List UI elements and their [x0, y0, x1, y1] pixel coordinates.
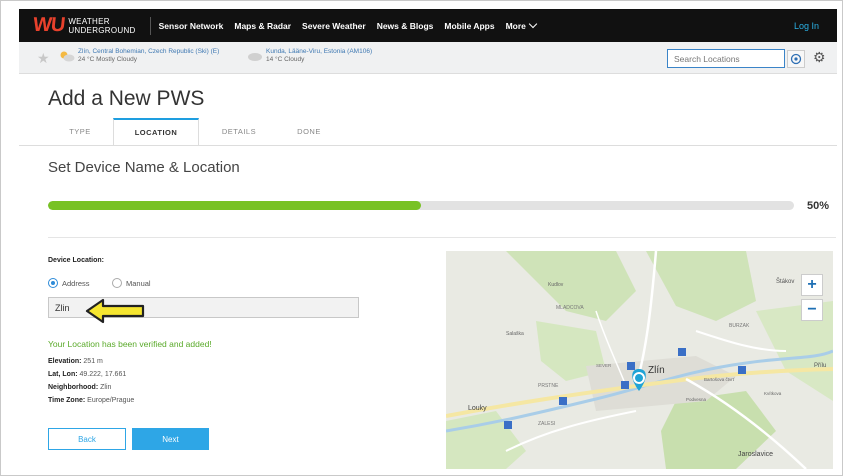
- sun-cloud-icon: [60, 51, 75, 62]
- nav-link-mobile-apps[interactable]: Mobile Apps: [444, 21, 494, 31]
- latlon-label: Lat, Lon:: [48, 371, 78, 378]
- gear-icon[interactable]: ⚙: [813, 49, 826, 66]
- map-label-prstne: PRSTNE: [538, 383, 559, 389]
- radio-manual-label: Manual: [126, 278, 151, 288]
- map-label-zlin: Zlín: [648, 365, 665, 376]
- route-shield-icon: [627, 362, 635, 370]
- route-shield-icon: [678, 348, 686, 356]
- map-label-kudlov: Kudlov: [548, 282, 564, 288]
- section-divider: [48, 237, 836, 238]
- latlon-value: 49.222, 17.661: [79, 371, 127, 378]
- browser-frame: WU WEATHER UNDERGROUND Sensor Network Ma…: [0, 0, 843, 476]
- star-icon[interactable]: ★: [37, 50, 50, 67]
- elevation-label: Elevation:: [48, 358, 82, 365]
- map-label-bartos: Bartošova čtvrť: [704, 377, 735, 382]
- neighborhood-value: Zlin: [100, 384, 112, 391]
- map-canvas[interactable]: Zlín Louky Jaroslavice MLADCOVA BURZAK P…: [446, 251, 833, 469]
- tab-location[interactable]: LOCATION: [113, 118, 199, 145]
- map-label-jaroslavice: Jaroslavice: [738, 451, 773, 458]
- location-map[interactable]: Zlín Louky Jaroslavice MLADCOVA BURZAK P…: [446, 251, 833, 469]
- wu-logo-text: WEATHER UNDERGROUND: [68, 16, 136, 35]
- map-zoom-out-button[interactable]: −: [801, 299, 823, 321]
- tab-details[interactable]: DETAILS: [199, 118, 279, 145]
- favorite-location-2-name: Kunda, Lääne-Viru, Estonia (AM106): [266, 48, 373, 55]
- radio-address-dot: [48, 278, 58, 288]
- nav-link-more[interactable]: More: [505, 19, 538, 31]
- nav-divider: [149, 16, 151, 35]
- section-title: Set Device Name & Location: [48, 159, 240, 176]
- route-shield-icon: [504, 421, 512, 429]
- nav-link-severe-weather[interactable]: Severe Weather: [302, 21, 366, 31]
- tab-done[interactable]: DONE: [279, 118, 339, 145]
- route-shield-icon: [621, 381, 629, 389]
- timezone-row: Time Zone: Europe/Prague: [48, 397, 134, 404]
- favorite-location-2-text: Kunda, Lääne-Viru, Estonia (AM106) 14 °C…: [266, 48, 372, 64]
- favorite-location-1[interactable]: Zlín, Central Bohemian, Czech Republic (…: [59, 48, 219, 64]
- search-locations-input[interactable]: Search Locations: [667, 49, 785, 68]
- crosshair-icon: [790, 53, 802, 65]
- favorite-location-1-text: Zlín, Central Bohemian, Czech Republic (…: [78, 48, 219, 64]
- elevation-value: 251 m: [83, 358, 103, 365]
- map-label-salasky: Salaška: [506, 331, 524, 337]
- page-title: Add a New PWS: [48, 87, 205, 110]
- favorite-location-2[interactable]: Kunda, Lääne-Viru, Estonia (AM106) 14 °C…: [247, 48, 372, 64]
- radio-manual[interactable]: Manual: [112, 278, 151, 288]
- map-label-zalesi: ZALESI: [538, 421, 555, 427]
- nav-link-sensor-network[interactable]: Sensor Network: [159, 21, 224, 31]
- nav-link-more-label: More: [505, 20, 526, 31]
- map-label-mladcova: MLADCOVA: [556, 305, 584, 311]
- neighborhood-label: Neighborhood:: [48, 384, 99, 391]
- locate-me-button[interactable]: [787, 50, 805, 68]
- back-button[interactable]: Back: [48, 428, 126, 450]
- map-label-sever: SEVER: [596, 363, 612, 368]
- nav-links: Sensor Network Maps & Radar Severe Weath…: [159, 19, 547, 31]
- timezone-label: Time Zone:: [48, 397, 86, 404]
- login-link[interactable]: Log In: [794, 21, 819, 31]
- tab-type[interactable]: TYPE: [47, 118, 113, 145]
- map-label-sikov: Štákov: [776, 278, 794, 285]
- map-label-burzak: BURZAK: [729, 323, 750, 329]
- timezone-value: Europe/Prague: [87, 397, 135, 404]
- elevation-row: Elevation: 251 m: [48, 358, 103, 365]
- favorite-location-2-weather: 14 °C Cloudy: [266, 56, 305, 63]
- latlon-row: Lat, Lon: 49.222, 17.661: [48, 371, 126, 378]
- route-shield-icon: [559, 397, 567, 405]
- map-zoom-in-button[interactable]: +: [801, 274, 823, 296]
- map-label-kvitkova: Kvítkova: [764, 391, 782, 396]
- verified-message: Your Location has been verified and adde…: [48, 339, 212, 349]
- tabs-underline: [19, 145, 837, 146]
- cloud-icon: [248, 53, 262, 61]
- wizard-tabs: TYPE LOCATION DETAILS DONE: [47, 118, 339, 145]
- wu-logo-mark: WU: [31, 14, 66, 36]
- wu-logo[interactable]: WU WEATHER UNDERGROUND: [31, 14, 136, 37]
- progress-bar: [48, 201, 794, 210]
- next-button[interactable]: Next: [132, 428, 209, 450]
- map-label-podvesna: Podvesna: [686, 397, 707, 402]
- chevron-down-icon: [528, 19, 538, 28]
- radio-address[interactable]: Address: [48, 278, 90, 288]
- nav-link-maps-radar[interactable]: Maps & Radar: [234, 21, 291, 31]
- favorite-location-1-name: Zlín, Central Bohemian, Czech Republic (…: [78, 48, 220, 55]
- favorites-strip: ★ Zlín, Central Bohemian, Czech Republic…: [19, 42, 837, 74]
- radio-address-label: Address: [62, 278, 90, 288]
- progress-bar-fill: [48, 201, 421, 210]
- radio-manual-dot: [112, 278, 122, 288]
- map-label-louky: Louky: [468, 405, 487, 412]
- device-location-label: Device Location:: [48, 257, 105, 264]
- map-label-prilu: Přílu: [814, 363, 826, 369]
- progress-percent: 50%: [807, 200, 830, 212]
- neighborhood-row: Neighborhood: Zlin: [48, 384, 111, 391]
- top-nav-bar: WU WEATHER UNDERGROUND Sensor Network Ma…: [19, 9, 837, 42]
- nav-link-news-blogs[interactable]: News & Blogs: [377, 21, 434, 31]
- yellow-arrow-icon: [85, 298, 145, 324]
- route-shield-icon: [738, 366, 746, 374]
- favorite-location-1-weather: 24 °C Mostly Cloudy: [78, 56, 137, 63]
